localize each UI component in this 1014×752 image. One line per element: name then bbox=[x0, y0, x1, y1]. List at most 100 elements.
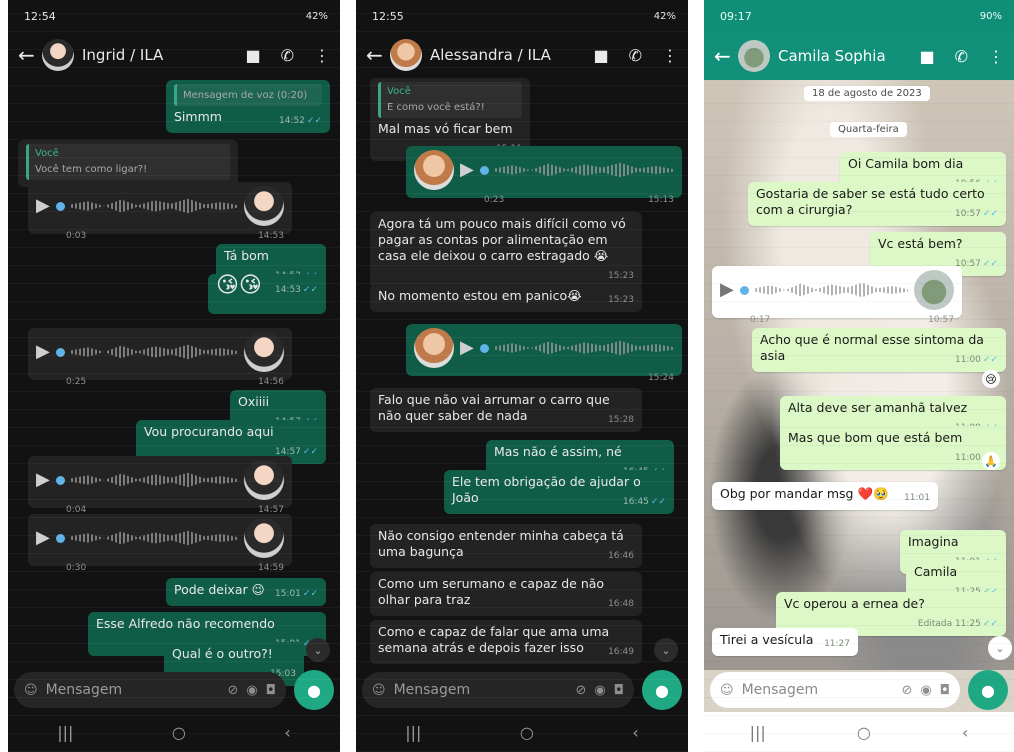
voice-message[interactable]: ▶ 15:24 bbox=[406, 324, 682, 383]
emoji-icon[interactable]: ☺ bbox=[24, 683, 38, 698]
contact-name[interactable]: Camila Sophia bbox=[778, 47, 919, 65]
message-list[interactable]: Mensagem de voz (0:20) Simmm 14:52 ✓✓ Você… bbox=[8, 78, 340, 686]
emoji-icon[interactable]: ☺ bbox=[720, 683, 734, 698]
mic-button[interactable]: ● bbox=[642, 670, 682, 710]
message-bubble[interactable]: Mas que bom que está bem11:00✓✓ bbox=[780, 426, 1006, 470]
play-icon[interactable]: ▶ bbox=[36, 343, 50, 361]
more-options-icon[interactable]: ⋮ bbox=[662, 46, 678, 65]
voice-message[interactable]: ▶ 0:04 14:57 bbox=[28, 456, 292, 515]
playback-thumb[interactable] bbox=[479, 165, 489, 175]
recent-apps-icon[interactable]: ||| bbox=[405, 723, 421, 742]
attach-icon[interactable]: ⊘ bbox=[901, 683, 912, 698]
voice-message[interactable]: ▶ 0:17 10:57 bbox=[712, 266, 962, 325]
back-arrow-icon[interactable]: ← bbox=[366, 43, 384, 67]
message-placeholder[interactable]: Mensagem bbox=[394, 682, 568, 698]
avatar[interactable] bbox=[738, 40, 770, 72]
play-icon[interactable]: ▶ bbox=[36, 471, 50, 489]
payment-icon[interactable]: ◉ bbox=[246, 683, 257, 698]
message-bubble[interactable]: Como e capaz de falar que ama uma semana… bbox=[370, 620, 642, 664]
back-arrow-icon[interactable]: ← bbox=[714, 44, 732, 68]
play-icon[interactable]: ▶ bbox=[460, 339, 474, 357]
more-options-icon[interactable]: ⋮ bbox=[988, 47, 1004, 66]
scroll-down-icon[interactable]: ⌄ bbox=[988, 636, 1012, 660]
play-icon[interactable]: ▶ bbox=[460, 161, 474, 179]
avatar[interactable] bbox=[42, 39, 74, 71]
message-bubble[interactable]: Obg por mandar msg ❤️🥹 11:01 bbox=[712, 482, 938, 510]
voice-message[interactable]: ▶ 0:25 14:56 bbox=[28, 328, 292, 387]
quoted-message[interactable]: Mensagem de voz (0:20) bbox=[174, 84, 322, 106]
recent-apps-icon[interactable]: ||| bbox=[750, 723, 766, 742]
phone-call-icon[interactable]: ✆ bbox=[281, 46, 294, 65]
avatar[interactable] bbox=[390, 39, 422, 71]
reaction-badge[interactable]: 😢 bbox=[982, 370, 1000, 388]
home-icon[interactable]: ○ bbox=[520, 723, 534, 742]
waveform[interactable] bbox=[494, 162, 674, 178]
voice-message[interactable]: ▶ 0:03 14:53 bbox=[28, 182, 292, 241]
waveform[interactable] bbox=[70, 198, 238, 214]
playback-thumb[interactable] bbox=[55, 347, 65, 357]
video-call-icon[interactable]: ■ bbox=[593, 46, 608, 65]
message-bubble[interactable]: Agora tá um pouco mais difícil como vó p… bbox=[370, 212, 642, 288]
message-bubble[interactable]: Como um serumano e capaz de não olhar pa… bbox=[370, 572, 642, 616]
voice-message[interactable]: ▶ 0:30 14:59 bbox=[28, 514, 292, 573]
playback-thumb[interactable] bbox=[739, 285, 749, 295]
phone-call-icon[interactable]: ✆ bbox=[955, 47, 968, 66]
playback-thumb[interactable] bbox=[55, 201, 65, 211]
payment-icon[interactable]: ◉ bbox=[920, 683, 931, 698]
scroll-down-icon[interactable]: ⌄ bbox=[306, 638, 330, 662]
mic-button[interactable]: ● bbox=[294, 670, 334, 710]
camera-icon[interactable]: ◘ bbox=[614, 683, 624, 698]
waveform[interactable] bbox=[70, 344, 238, 360]
message-bubble[interactable]: No momento estou em panico😭 15:23 bbox=[370, 284, 642, 312]
waveform[interactable] bbox=[70, 472, 238, 488]
playback-thumb[interactable] bbox=[55, 475, 65, 485]
voice-message[interactable]: ▶ 0:23 15:13 bbox=[406, 146, 682, 205]
home-icon[interactable]: ○ bbox=[857, 723, 871, 742]
back-nav-icon[interactable]: ‹ bbox=[284, 723, 290, 742]
back-nav-icon[interactable]: ‹ bbox=[632, 723, 638, 742]
message-bubble[interactable]: Acho que é normal esse sintoma da asia 11… bbox=[752, 328, 1006, 372]
message-bubble[interactable]: Você Você tem como ligar?! bbox=[18, 140, 238, 187]
payment-icon[interactable]: ◉ bbox=[594, 683, 605, 698]
play-icon[interactable]: ▶ bbox=[36, 529, 50, 547]
emoji-icon[interactable]: ☺ bbox=[372, 683, 386, 698]
camera-icon[interactable]: ◘ bbox=[940, 683, 950, 698]
message-placeholder[interactable]: Mensagem bbox=[742, 682, 894, 698]
waveform[interactable] bbox=[70, 530, 238, 546]
contact-name[interactable]: Alessandra / ILA bbox=[430, 46, 593, 64]
message-list[interactable]: 18 de agosto de 2023 Quarta-feira Oi Cam… bbox=[704, 80, 1014, 670]
phone-call-icon[interactable]: ✆ bbox=[629, 46, 642, 65]
play-icon[interactable]: ▶ bbox=[36, 197, 50, 215]
message-bubble[interactable]: Pode deixar 😉 15:01 ✓✓ bbox=[166, 578, 326, 606]
message-bubble[interactable]: Falo que não vai arrumar o carro que não… bbox=[370, 388, 642, 432]
message-bubble[interactable]: Gostaria de saber se está tudo certo com… bbox=[748, 182, 1006, 226]
message-bubble[interactable]: 😘😘 14:53 ✓✓ bbox=[208, 274, 326, 314]
video-call-icon[interactable]: ■ bbox=[245, 46, 260, 65]
quoted-message[interactable]: Você Você tem como ligar?! bbox=[26, 144, 230, 180]
message-bubble[interactable]: Ele tem obrigação de ajudar o João 16:45 ✓… bbox=[444, 470, 674, 514]
home-icon[interactable]: ○ bbox=[172, 723, 186, 742]
attach-icon[interactable]: ⊘ bbox=[227, 683, 238, 698]
message-bubble[interactable]: Tirei a vesícula 11:27 bbox=[712, 628, 858, 656]
mic-button[interactable]: ● bbox=[968, 670, 1008, 710]
message-list[interactable]: Você E como você está?! Mal mas vó ficar… bbox=[356, 78, 688, 670]
contact-name[interactable]: Ingrid / ILA bbox=[82, 46, 245, 64]
recent-apps-icon[interactable]: ||| bbox=[57, 723, 73, 742]
attach-icon[interactable]: ⊘ bbox=[575, 683, 586, 698]
scroll-down-icon[interactable]: ⌄ bbox=[654, 638, 678, 662]
message-input[interactable]: ☺ Mensagem ⊘ ◉ ◘ bbox=[14, 672, 286, 708]
back-nav-icon[interactable]: ‹ bbox=[962, 723, 968, 742]
reaction-badge[interactable]: 🙏 bbox=[982, 452, 1000, 470]
message-placeholder[interactable]: Mensagem bbox=[46, 682, 220, 698]
playback-thumb[interactable] bbox=[55, 533, 65, 543]
message-bubble[interactable]: Mensagem de voz (0:20) Simmm 14:52 ✓✓ bbox=[166, 80, 330, 133]
waveform[interactable] bbox=[754, 282, 908, 298]
play-icon[interactable]: ▶ bbox=[720, 281, 734, 299]
video-call-icon[interactable]: ■ bbox=[919, 47, 934, 66]
waveform[interactable] bbox=[494, 340, 674, 356]
camera-icon[interactable]: ◘ bbox=[266, 683, 276, 698]
back-arrow-icon[interactable]: ← bbox=[18, 43, 36, 67]
more-options-icon[interactable]: ⋮ bbox=[314, 46, 330, 65]
message-input[interactable]: ☺ Mensagem ⊘ ◉ ◘ bbox=[710, 672, 960, 708]
playback-thumb[interactable] bbox=[479, 343, 489, 353]
